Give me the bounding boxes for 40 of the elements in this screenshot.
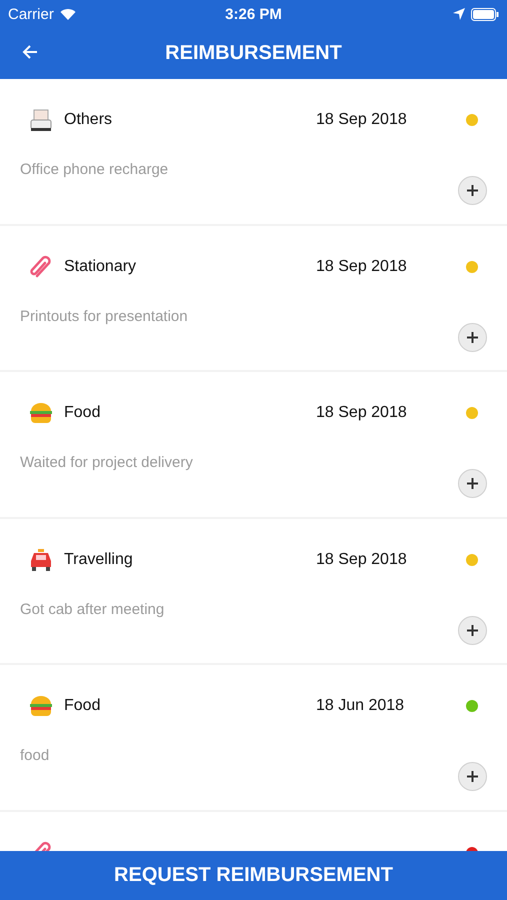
add-button[interactable] bbox=[458, 469, 487, 498]
category-label: Food bbox=[64, 697, 102, 716]
claim-date: 18 Sep 2018 bbox=[316, 550, 408, 569]
add-button[interactable] bbox=[458, 322, 487, 352]
plus-icon bbox=[467, 332, 478, 343]
claim-date: 18 Sep 2018 bbox=[316, 258, 408, 276]
claim-card[interactable]: Food 18 Jun 2018 food bbox=[0, 665, 507, 810]
claim-description: Got cab after meeting bbox=[20, 600, 166, 618]
category-label: Travelling bbox=[64, 550, 134, 569]
add-button[interactable] bbox=[458, 616, 487, 645]
claim-card[interactable]: Travelling 18 Sep 2018 Got cab after meeting bbox=[0, 518, 507, 664]
claim-card[interactable]: Stationary 18 Sep 2018 Printouts for presentation bbox=[0, 226, 507, 370]
claim-description: Printouts for presentation bbox=[20, 308, 189, 325]
screen-title: REIMBURSEMENT bbox=[165, 42, 342, 65]
battery-icon bbox=[470, 8, 499, 20]
add-button[interactable] bbox=[458, 176, 487, 205]
plus-icon bbox=[467, 478, 478, 490]
add-button[interactable] bbox=[458, 762, 487, 792]
category-label: Others bbox=[64, 111, 114, 129]
claim-date: 18 Jun 2018 bbox=[316, 697, 406, 716]
printer-icon bbox=[28, 107, 54, 133]
car-icon bbox=[28, 546, 54, 573]
request-reimbursement-button[interactable]: REQUEST REIMBURSEMENT bbox=[0, 851, 507, 900]
claim-card[interactable]: Food 18 Sep 2018 Waited for project delivery bbox=[0, 372, 507, 517]
claim-card[interactable]: Others 18 Sep 2018 Office phone recharge bbox=[0, 79, 507, 224]
plus-icon bbox=[467, 185, 478, 196]
claim-date: 18 Sep 2018 bbox=[316, 404, 408, 422]
wifi-icon bbox=[60, 8, 76, 20]
location-arrow-icon bbox=[452, 8, 465, 20]
plus-icon bbox=[467, 624, 478, 636]
category-label: Food bbox=[64, 404, 102, 422]
carrier-label: Carrier bbox=[8, 6, 54, 22]
plus-icon bbox=[467, 771, 478, 782]
clock-time: 3:26 PM bbox=[225, 6, 282, 22]
category-label: Stationary bbox=[64, 258, 138, 276]
claim-description: food bbox=[20, 747, 50, 764]
claim-description: Waited for project delivery bbox=[20, 454, 194, 472]
back-arrow-icon bbox=[22, 44, 38, 60]
claim-description: Office phone recharge bbox=[20, 161, 170, 178]
claim-date: 18 Sep 2018 bbox=[316, 111, 408, 129]
